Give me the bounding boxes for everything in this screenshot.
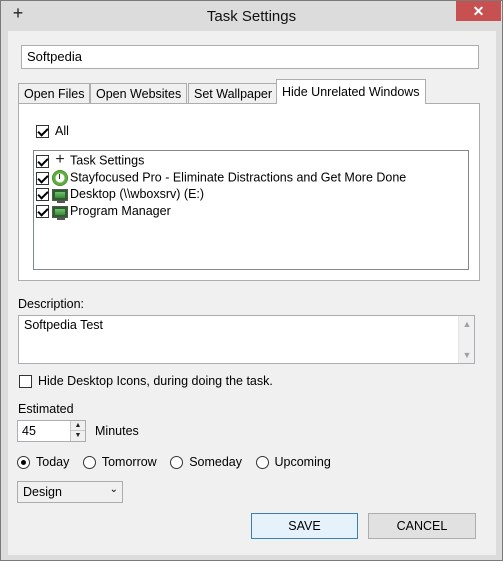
task-settings-window: + Task Settings ✕ Softpedia Open Files O…: [0, 0, 503, 561]
chevron-down-icon: ⌄: [109, 484, 118, 495]
tab-open-files[interactable]: Open Files: [18, 83, 91, 104]
hide-desktop-row[interactable]: Hide Desktop Icons, during doing the tas…: [19, 374, 273, 389]
radio-label: Someday: [189, 455, 243, 469]
description-textarea[interactable]: Softpedia Test ▲ ▼: [18, 315, 475, 364]
cancel-button[interactable]: CANCEL: [368, 513, 476, 539]
list-item[interactable]: Stayfocused Pro - Eliminate Distractions…: [36, 170, 406, 187]
list-item[interactable]: + Task Settings: [36, 151, 145, 170]
tab-hide-unrelated-windows[interactable]: Hide Unrelated Windows: [276, 79, 426, 104]
item-label: Program Manager: [70, 204, 171, 218]
estimated-label: Estimated: [18, 402, 74, 416]
radio-button[interactable]: [82, 456, 96, 470]
item-label: Stayfocused Pro - Eliminate Distractions…: [70, 170, 407, 185]
scroll-down-icon[interactable]: ▼: [459, 347, 475, 363]
item-label: Task Settings: [70, 153, 145, 168]
when-radio-group: Today Tomorrow Someday Upcoming: [17, 455, 341, 470]
list-item[interactable]: Program Manager: [36, 204, 171, 221]
clock-icon: [52, 170, 68, 186]
window-title: Task Settings: [206, 8, 297, 25]
task-name-input[interactable]: Softpedia: [21, 45, 479, 69]
increment-icon[interactable]: ▲: [71, 421, 85, 431]
radio-button[interactable]: [170, 456, 184, 470]
category-value: Design: [23, 485, 62, 499]
category-select[interactable]: Design ⌄: [17, 481, 123, 503]
minutes-value[interactable]: 45: [22, 424, 36, 438]
windows-list[interactable]: + Task Settings Stayfocused Pro - Elimina…: [33, 150, 469, 270]
radio-button[interactable]: [17, 456, 30, 470]
item-label: Desktop (\\wboxsrv) (E:): [70, 187, 205, 201]
hide-desktop-label: Hide Desktop Icons, during doing the tas…: [38, 374, 273, 388]
radio-label: Tomorrow: [101, 455, 157, 469]
monitor-icon: [52, 189, 68, 204]
item-checkbox[interactable]: [36, 154, 49, 168]
hide-desktop-checkbox[interactable]: [19, 375, 32, 389]
item-checkbox[interactable]: [36, 205, 49, 219]
radio-button[interactable]: [255, 456, 269, 470]
description-scrollbar[interactable]: ▲ ▼: [458, 316, 474, 363]
all-checkbox-row[interactable]: All: [36, 124, 69, 139]
all-label: All: [55, 124, 69, 138]
title-bar[interactable]: + Task Settings ✕: [1, 1, 502, 31]
description-label: Description:: [18, 297, 84, 311]
description-text: Softpedia Test: [24, 318, 103, 332]
decrement-icon[interactable]: ▼: [71, 431, 85, 441]
radio-tomorrow[interactable]: Tomorrow: [82, 455, 157, 470]
tab-strip: Open Files Open Websites Set Wallpaper H…: [18, 79, 488, 104]
dialog-body: Softpedia Open Files Open Websites Set W…: [8, 31, 496, 555]
radio-someday[interactable]: Someday: [170, 455, 243, 470]
radio-upcoming[interactable]: Upcoming: [255, 455, 331, 470]
tab-open-websites[interactable]: Open Websites: [90, 83, 188, 104]
plus-icon: +: [55, 151, 65, 168]
radio-label: Today: [36, 455, 70, 469]
stepper-buttons: ▲ ▼: [70, 421, 85, 441]
hide-windows-panel: All + Task Settings Stayfocused Pro - Eli…: [18, 103, 480, 281]
radio-today[interactable]: Today: [17, 455, 70, 470]
item-checkbox[interactable]: [36, 188, 49, 202]
item-checkbox[interactable]: [36, 171, 49, 185]
scroll-up-icon[interactable]: ▲: [459, 316, 475, 332]
list-item[interactable]: Desktop (\\wboxsrv) (E:): [36, 187, 204, 204]
close-button[interactable]: ✕: [456, 1, 501, 21]
save-button[interactable]: SAVE: [251, 513, 358, 539]
radio-label: Upcoming: [274, 455, 331, 469]
minutes-stepper[interactable]: 45 ▲ ▼: [17, 420, 86, 442]
tab-set-wallpaper[interactable]: Set Wallpaper: [188, 83, 279, 104]
minutes-unit-label: Minutes: [95, 424, 139, 438]
monitor-icon: [52, 206, 68, 221]
all-checkbox[interactable]: [36, 125, 49, 139]
